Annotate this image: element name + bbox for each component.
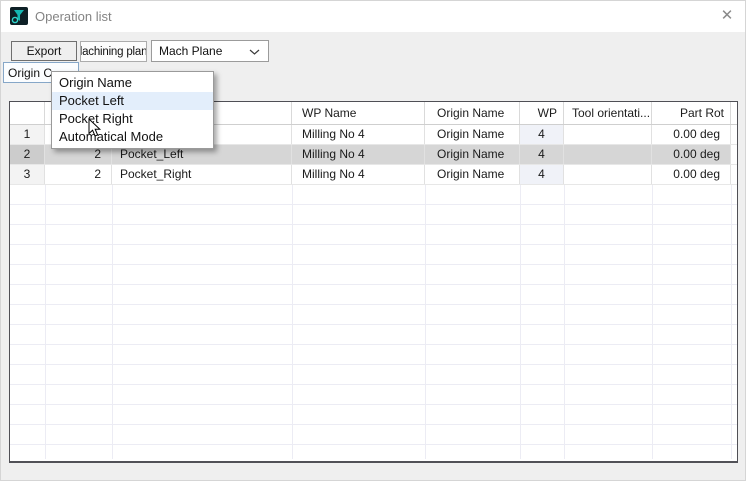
operation-list-window: Operation list ✕ Export lachining plan M… (0, 0, 746, 481)
title-bar: Operation list ✕ (1, 1, 745, 32)
cell-filler (731, 125, 737, 144)
cell-wp[interactable]: 4 (520, 125, 564, 144)
cell-wp[interactable]: 4 (520, 145, 564, 164)
origin-channel-value: Origin C (8, 66, 52, 80)
cell-filler (731, 165, 737, 184)
header-filler (731, 102, 737, 124)
cell-filler (731, 145, 737, 164)
cell-row-number[interactable]: 2 (10, 145, 45, 164)
origin-dropdown-list: Origin Name Pocket Left Pocket Right Aut… (51, 71, 214, 149)
cell-part-rotation[interactable]: 0.00 deg (652, 145, 731, 164)
table-row[interactable]: 3 2 Pocket_Right Milling No 4 Origin Nam… (10, 165, 737, 185)
mach-plane-select[interactable]: Mach Plane (151, 40, 269, 62)
cell-part-rotation[interactable]: 0.00 deg (652, 125, 731, 144)
close-icon[interactable]: ✕ (717, 6, 737, 26)
cell-name[interactable]: Pocket_Right (112, 165, 292, 184)
cell-row-number[interactable]: 3 (10, 165, 45, 184)
operation-table: WP Name Origin Name WP Tool orientati...… (9, 101, 738, 463)
chevron-down-icon (249, 49, 260, 55)
header-wp-name[interactable]: WP Name (292, 102, 425, 124)
cell-tool-orientation[interactable] (564, 145, 652, 164)
cell-tool-orientation[interactable] (564, 165, 652, 184)
dropdown-item-automatical-mode[interactable]: Automatical Mode (52, 128, 213, 146)
cell-origin-name[interactable]: Origin Name (425, 165, 520, 184)
cell-seq[interactable]: 2 (45, 165, 112, 184)
cell-tool-orientation[interactable] (564, 125, 652, 144)
cell-wp-name[interactable]: Milling No 4 (292, 165, 425, 184)
mach-plane-value: Mach Plane (159, 44, 222, 58)
app-icon (10, 7, 28, 25)
machining-plan-button[interactable]: lachining plan (80, 41, 147, 62)
cell-origin-name[interactable]: Origin Name (425, 145, 520, 164)
cell-row-number[interactable]: 1 (10, 125, 45, 144)
dropdown-item-pocket-left[interactable]: Pocket Left (52, 92, 213, 110)
cell-wp-name[interactable]: Milling No 4 (292, 145, 425, 164)
cell-wp-name[interactable]: Milling No 4 (292, 125, 425, 144)
cell-wp[interactable]: 4 (520, 165, 564, 184)
window-title: Operation list (35, 9, 112, 24)
dropdown-item-origin-name[interactable]: Origin Name (52, 74, 213, 92)
header-part-rotation[interactable]: Part Rot (652, 102, 731, 124)
header-wp[interactable]: WP (520, 102, 564, 124)
header-row-selector[interactable] (10, 102, 45, 124)
cell-part-rotation[interactable]: 0.00 deg (652, 165, 731, 184)
header-origin-name[interactable]: Origin Name (425, 102, 520, 124)
dropdown-item-pocket-right[interactable]: Pocket Right (52, 110, 213, 128)
empty-grid-area (10, 185, 737, 459)
export-button[interactable]: Export (11, 41, 77, 61)
cell-origin-name[interactable]: Origin Name (425, 125, 520, 144)
header-tool-orientation[interactable]: Tool orientati... (564, 102, 652, 124)
